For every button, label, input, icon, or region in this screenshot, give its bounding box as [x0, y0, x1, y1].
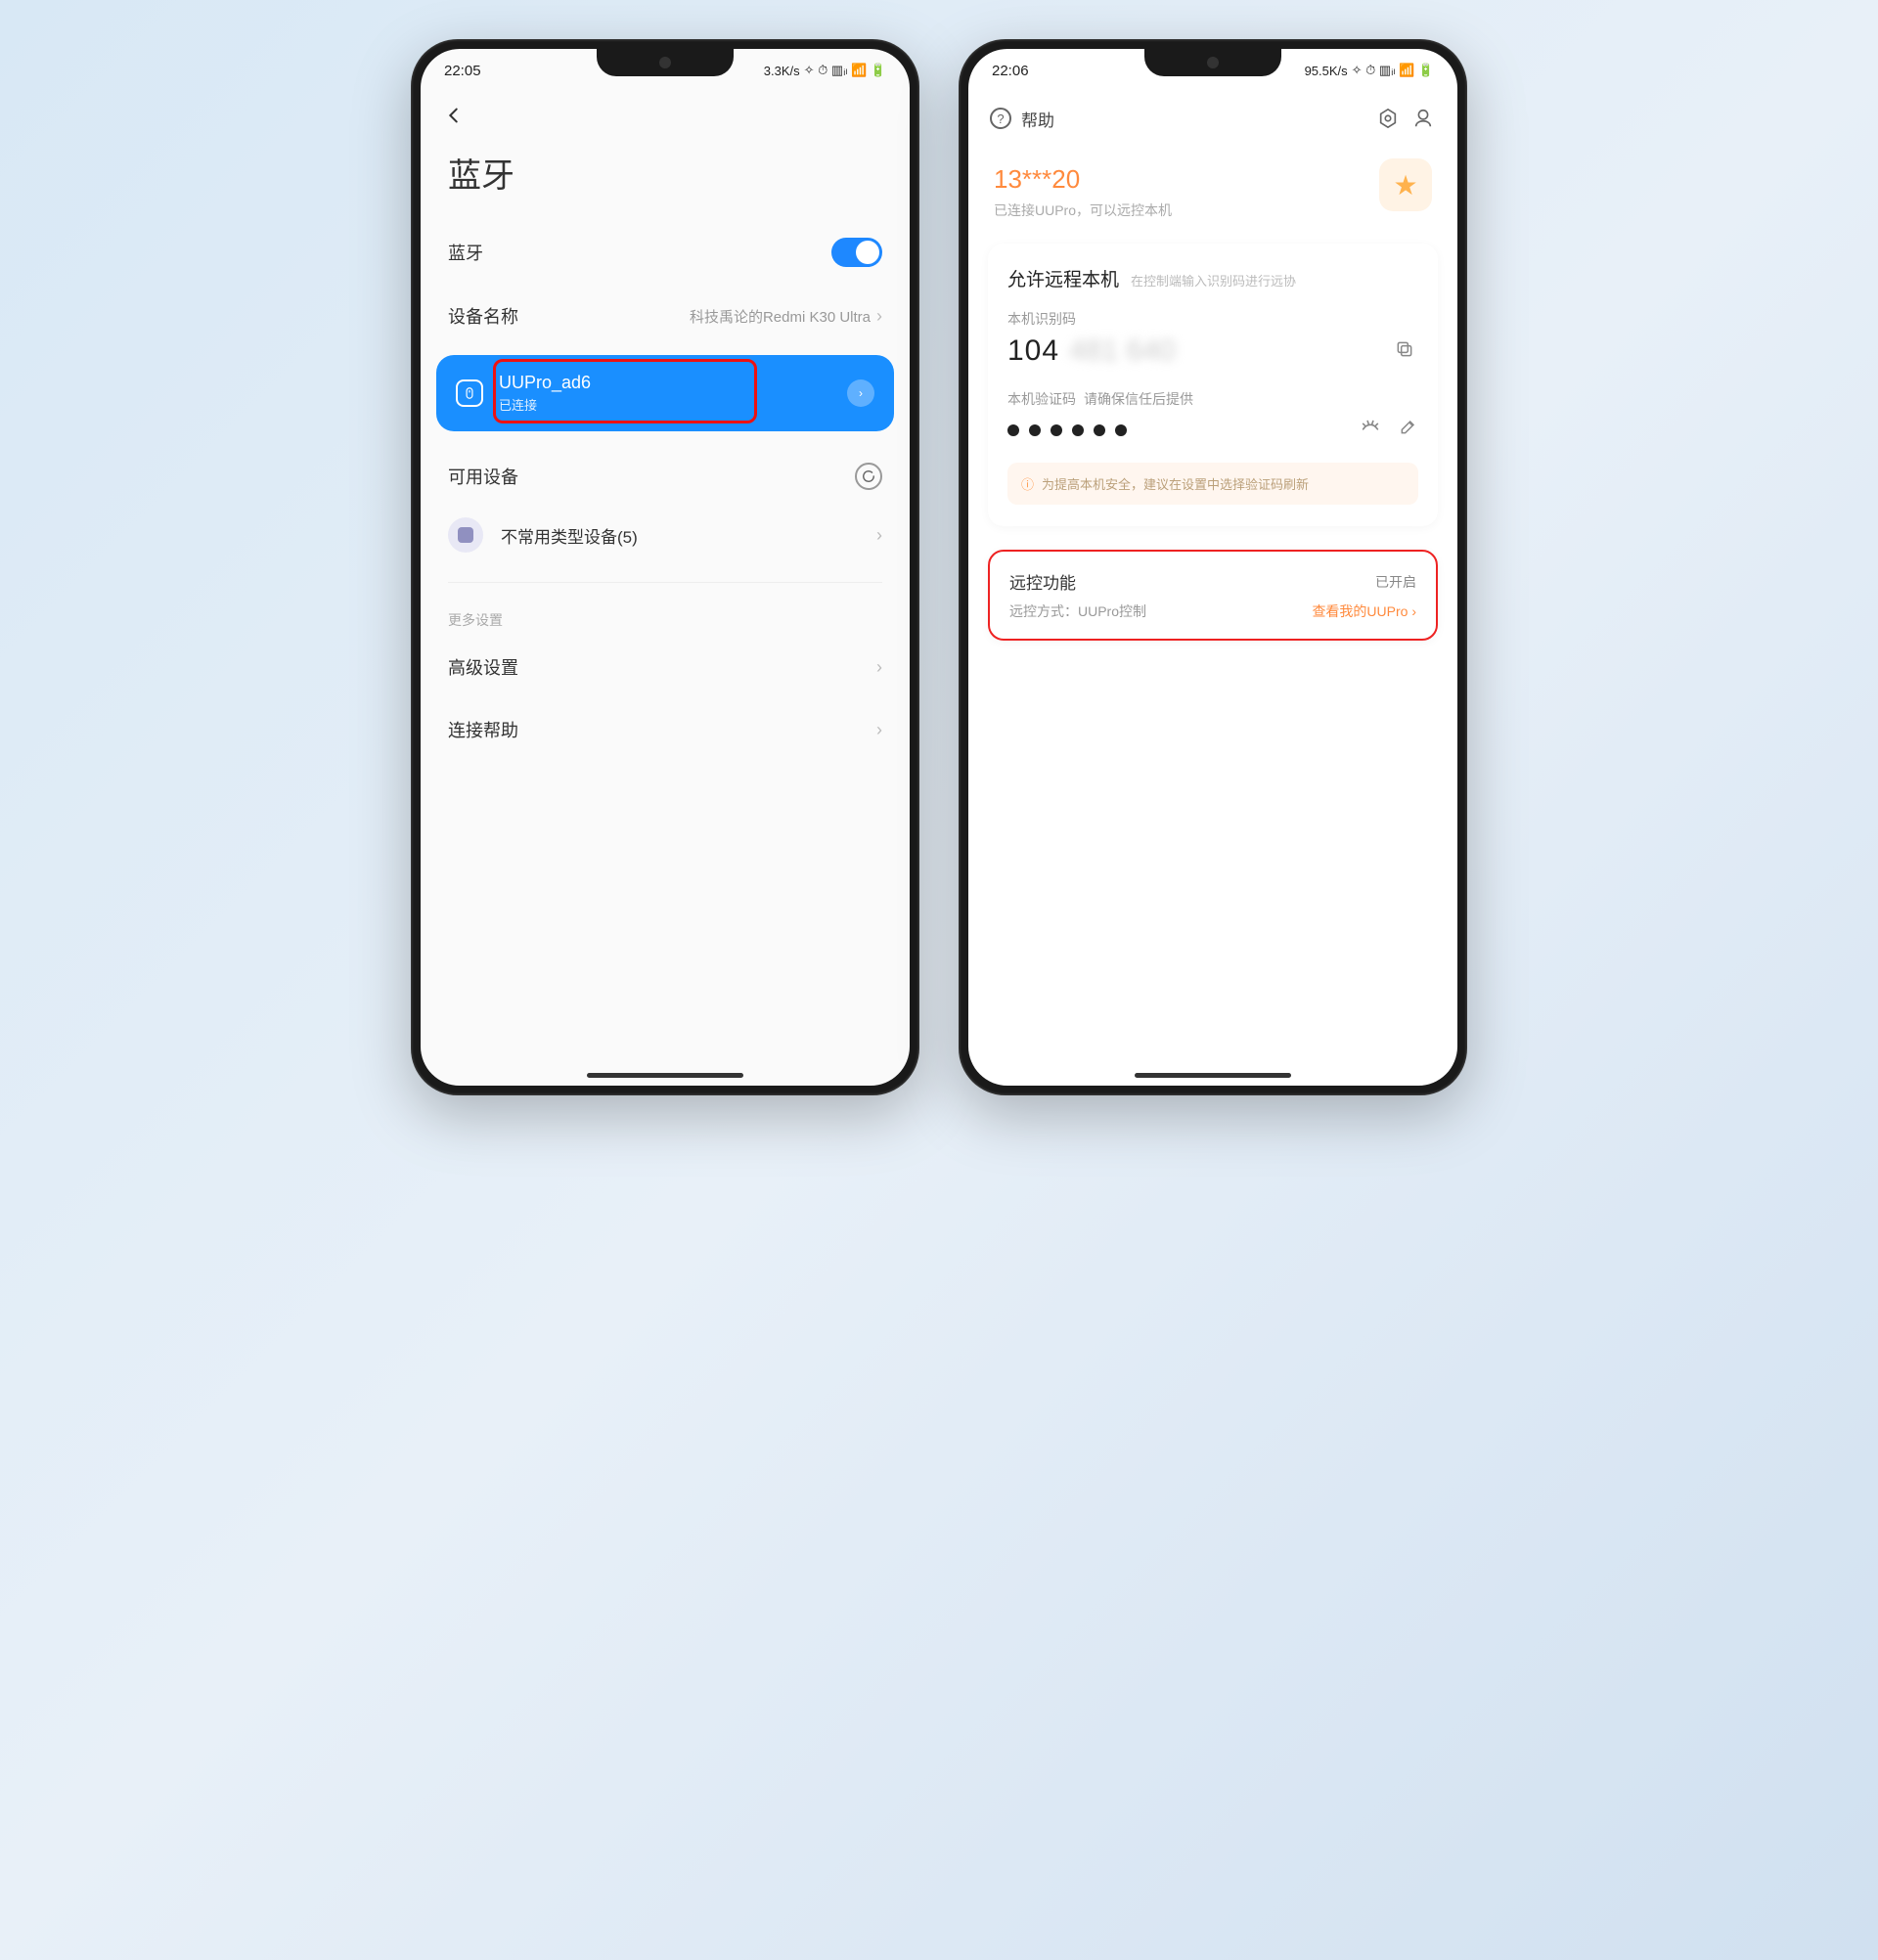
status-net: 3.3K/s [764, 64, 800, 78]
screen-left: 22:05 3.3K/s ✧ ⏱ ▥ᵢₗ 📶 🔋 蓝牙 蓝牙 设备名称 科技禹论… [421, 49, 910, 1086]
device-name-label: 设备名称 [448, 303, 518, 329]
remote-status: 已开启 [1375, 572, 1416, 592]
star-badge[interactable]: ★ [1379, 158, 1432, 211]
verification-code-row [1007, 417, 1418, 443]
settings-icon[interactable] [1375, 106, 1401, 131]
code-dot [1072, 424, 1084, 436]
status-time: 22:05 [444, 63, 481, 79]
code-dot [1094, 424, 1105, 436]
status-icons: ✧ ⏱ ▥ᵢₗ 📶 🔋 [1352, 63, 1434, 78]
mouse-icon [456, 379, 483, 407]
chevron-right-icon: › [876, 525, 882, 546]
available-devices-header: 可用设备 [421, 439, 910, 502]
uncommon-devices-row[interactable]: 不常用类型设备(5) › [421, 502, 910, 568]
back-button[interactable] [440, 102, 468, 129]
remote-method: 远控方式：UUPro控制 [1009, 601, 1146, 621]
device-category-icon [448, 517, 483, 553]
device-name-value: 科技禹论的Redmi K30 Ultra [690, 306, 871, 327]
help-label[interactable]: 帮助 [1021, 107, 1365, 131]
chevron-right-icon: › [876, 306, 882, 327]
device-name-row[interactable]: 设备名称 科技禹论的Redmi K30 Ultra › [421, 285, 910, 347]
eye-icon[interactable] [1360, 417, 1381, 443]
id-label: 本机识别码 [1007, 309, 1076, 329]
refresh-button[interactable] [855, 463, 882, 490]
remote-access-card: 允许远程本机 在控制端输入识别码进行远协 本机识别码 104 481 640 本… [988, 244, 1438, 526]
device-detail-button[interactable]: › [847, 379, 874, 407]
device-name: UUPro_ad6 [499, 373, 591, 393]
chevron-right-icon: › [876, 657, 882, 678]
bluetooth-toggle[interactable] [831, 238, 882, 267]
status-time: 22:06 [992, 63, 1029, 79]
notch [597, 49, 734, 76]
more-settings-label: 更多设置 [421, 597, 910, 636]
status-net: 95.5K/s [1305, 64, 1348, 78]
code-dot [1007, 424, 1019, 436]
profile-icon[interactable] [1410, 106, 1436, 131]
page-title: 蓝牙 [421, 139, 910, 220]
home-indicator[interactable] [587, 1073, 743, 1078]
advanced-settings-row[interactable]: 高级设置 › [421, 636, 910, 698]
device-status: 已连接 [499, 395, 591, 414]
code-dot [1029, 424, 1041, 436]
help-icon[interactable]: ? [990, 108, 1011, 129]
copy-icon[interactable] [1395, 339, 1418, 363]
nav [421, 92, 910, 139]
home-indicator[interactable] [1135, 1073, 1291, 1078]
divider [448, 582, 882, 583]
device-id-visible: 104 [1007, 334, 1059, 368]
connection-help-row[interactable]: 连接帮助 › [421, 698, 910, 761]
security-warning: ⓘ 为提高本机安全，建议在设置中选择验证码刷新 [1007, 463, 1418, 505]
top-bar: ? 帮助 [968, 92, 1457, 145]
account-section: 13***20 已连接UUPro，可以远控本机 ★ [968, 145, 1457, 230]
remote-title: 远控功能 [1009, 569, 1076, 594]
remote-control-card[interactable]: 远控功能 已开启 远控方式：UUPro控制 查看我的UUPro › [988, 550, 1438, 641]
code-dot [1115, 424, 1127, 436]
screen-right: 22:06 95.5K/s ✧ ⏱ ▥ᵢₗ 📶 🔋 ? 帮助 13***20 已… [968, 49, 1457, 1086]
code-label: 本机验证码 [1007, 389, 1076, 409]
chevron-right-icon: › [876, 720, 882, 740]
connected-device-card[interactable]: UUPro_ad6 已连接 › [436, 355, 894, 431]
bluetooth-toggle-row[interactable]: 蓝牙 [421, 220, 910, 285]
available-label: 可用设备 [448, 464, 518, 489]
help-label: 连接帮助 [448, 717, 518, 742]
device-id-row: 104 481 640 [1007, 334, 1418, 368]
allow-remote-hint: 在控制端输入识别码进行远协 [1131, 271, 1296, 290]
status-icons: ✧ ⏱ ▥ᵢₗ 📶 🔋 [804, 63, 886, 78]
phone-left: 22:05 3.3K/s ✧ ⏱ ▥ᵢₗ 📶 🔋 蓝牙 蓝牙 设备名称 科技禹论… [411, 39, 919, 1095]
edit-icon[interactable] [1399, 417, 1418, 443]
phone-right: 22:06 95.5K/s ✧ ⏱ ▥ᵢₗ 📶 🔋 ? 帮助 13***20 已… [959, 39, 1467, 1095]
view-uupro-link[interactable]: 查看我的UUPro › [1312, 601, 1416, 621]
code-dot [1051, 424, 1062, 436]
account-desc: 已连接UUPro，可以远控本机 [994, 200, 1432, 220]
notch [1144, 49, 1281, 76]
bt-label: 蓝牙 [448, 240, 483, 265]
uncommon-label: 不常用类型设备(5) [501, 523, 859, 548]
device-id-hidden: 481 640 [1069, 334, 1395, 368]
code-hint: 请确保信任后提供 [1084, 389, 1193, 409]
advanced-label: 高级设置 [448, 654, 518, 680]
info-icon: ⓘ [1021, 474, 1034, 493]
warning-text: 为提高本机安全，建议在设置中选择验证码刷新 [1042, 474, 1309, 493]
account-number: 13***20 [994, 164, 1432, 195]
allow-remote-title: 允许远程本机 [1007, 265, 1119, 291]
